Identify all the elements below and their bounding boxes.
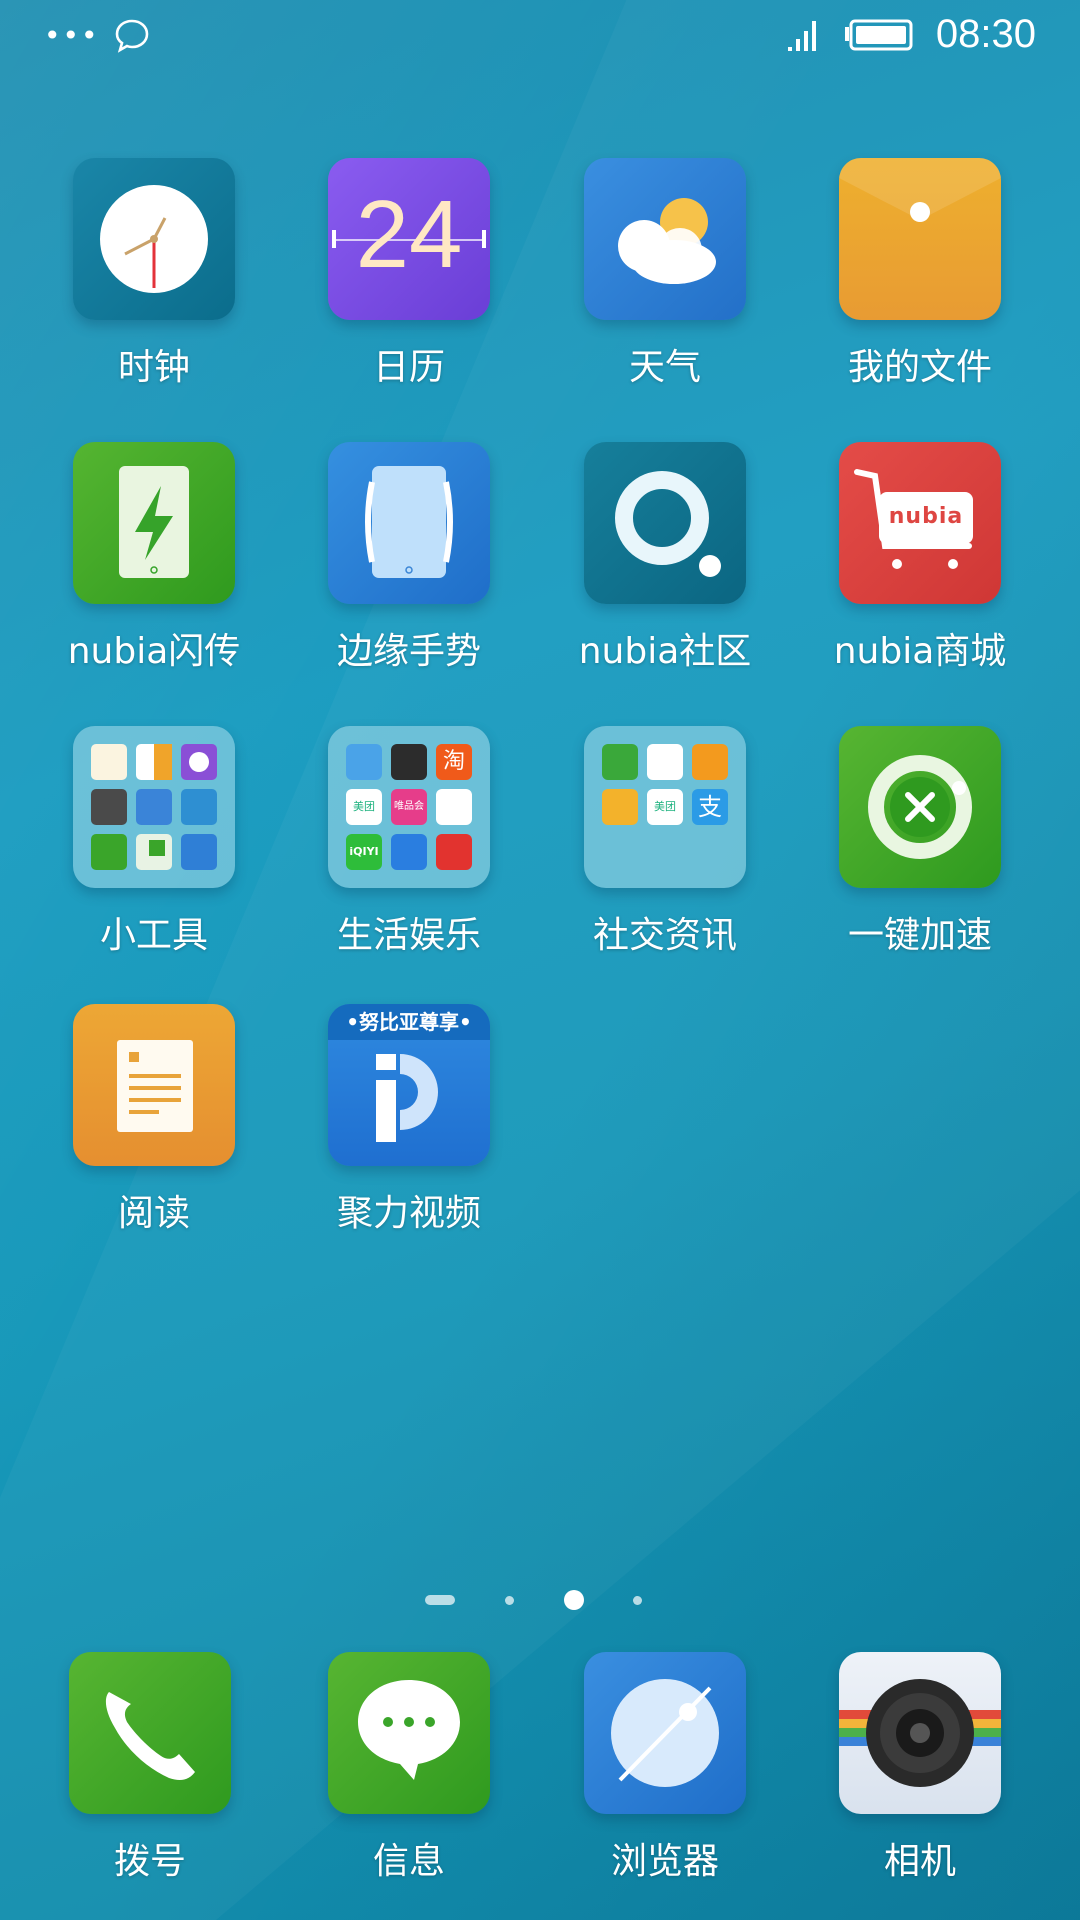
mini-app-iqiyi: iQIYI <box>346 834 382 870</box>
camera-icon <box>839 1652 1001 1814</box>
more-dots-icon: ••• <box>44 19 100 52</box>
app-nubia-shop[interactable]: nubia nubia商城 <box>792 442 1048 674</box>
app-my-files[interactable]: 我的文件 <box>792 158 1048 390</box>
app-label: 聚力视频 <box>336 1193 481 1234</box>
mini-app-vip: 唯品会 <box>391 789 427 825</box>
video-icon: •努比亚尊享• <box>328 1004 490 1166</box>
clock-icon <box>73 158 235 320</box>
community-icon <box>584 442 746 604</box>
app-pptv-video[interactable]: •努比亚尊享• 聚力视频 <box>281 1004 537 1236</box>
app-label: 拨号 <box>113 1841 186 1882</box>
app-label: 边缘手势 <box>336 631 481 672</box>
app-social-news-folder[interactable]: 美团 支 社交资讯 <box>537 726 793 958</box>
app-label: 一键加速 <box>847 915 992 956</box>
app-nubia-flash-transfer[interactable]: nubia闪传 <box>26 442 282 674</box>
page-indicator-home[interactable] <box>425 1595 455 1605</box>
app-label: 阅读 <box>117 1193 190 1234</box>
app-label: 信息 <box>372 1841 445 1882</box>
dock-camera[interactable]: 相机 <box>792 1652 1048 1884</box>
mini-app-uc <box>692 744 728 780</box>
dock-browser[interactable]: 浏览器 <box>537 1652 793 1884</box>
app-weather[interactable]: 天气 <box>537 158 793 390</box>
app-label: 我的文件 <box>847 347 992 388</box>
mini-app-meituan: 美团 <box>647 789 683 825</box>
edge-gesture-icon <box>328 442 490 604</box>
page-dot[interactable] <box>633 1596 642 1605</box>
app-label: nubia社区 <box>578 631 752 672</box>
battery-icon <box>844 19 913 50</box>
tools-folder-icon <box>73 726 235 888</box>
status-time: 08:30 <box>935 12 1036 56</box>
phone-icon <box>69 1652 231 1814</box>
browser-icon <box>584 1652 746 1814</box>
mini-app-taobao: 淘 <box>436 744 472 780</box>
app-edge-gesture[interactable]: 边缘手势 <box>281 442 537 674</box>
app-calendar[interactable]: 24 日历 <box>281 158 537 390</box>
dock-messages[interactable]: 信息 <box>281 1652 537 1884</box>
mini-app-icon <box>391 834 427 870</box>
chat-bubble-icon <box>115 19 148 53</box>
calendar-date: 24 <box>355 181 463 288</box>
calendar-icon: 24 <box>328 158 490 320</box>
signal-icon <box>787 20 816 51</box>
app-label: 日历 <box>372 347 445 388</box>
app-label: 浏览器 <box>610 1841 719 1882</box>
mini-app-wechat <box>602 744 638 780</box>
app-clock[interactable]: 时钟 <box>26 158 282 390</box>
app-label: nubia商城 <box>833 631 1007 672</box>
mini-app-icon <box>391 744 427 780</box>
reader-icon <box>73 1004 235 1166</box>
shop-brand: nubia <box>888 504 964 529</box>
page-dot[interactable] <box>505 1596 514 1605</box>
page-dot-active[interactable] <box>564 1590 584 1610</box>
app-one-key-boost[interactable]: 一键加速 <box>792 726 1048 958</box>
flash-transfer-icon <box>73 442 235 604</box>
app-label: 社交资讯 <box>592 915 737 956</box>
social-folder-icon: 美团 支 <box>584 726 746 888</box>
boost-icon <box>839 726 1001 888</box>
page-indicator[interactable] <box>0 1588 1080 1612</box>
app-label: 天气 <box>628 347 701 388</box>
mini-app-alipay: 支 <box>692 789 728 825</box>
shop-cart-icon: nubia <box>839 442 1001 604</box>
app-label: 相机 <box>883 1841 956 1882</box>
app-label: 生活娱乐 <box>336 915 481 956</box>
app-label: 小工具 <box>99 915 208 956</box>
mini-app-icon <box>346 744 382 780</box>
app-reader[interactable]: 阅读 <box>26 1004 282 1236</box>
folder-icon <box>839 158 1001 320</box>
mini-app-weibo <box>602 789 638 825</box>
weather-icon <box>584 158 746 320</box>
app-nubia-community[interactable]: nubia社区 <box>537 442 793 674</box>
app-life-entertainment-folder[interactable]: 淘 美团 唯品会 iQIYI 生活娱乐 <box>281 726 537 958</box>
mini-app-qq <box>647 744 683 780</box>
mini-app-icon <box>436 789 472 825</box>
mini-app-meituan: 美团 <box>346 789 382 825</box>
status-bar: ••• 08:30 <box>0 0 1080 80</box>
message-icon <box>328 1652 490 1814</box>
life-folder-icon: 淘 美团 唯品会 iQIYI <box>328 726 490 888</box>
app-label: nubia闪传 <box>67 631 241 672</box>
app-tools-folder[interactable]: 小工具 <box>26 726 282 958</box>
mini-app-icon <box>436 834 472 870</box>
dock-phone[interactable]: 拨号 <box>22 1652 278 1884</box>
app-label: 时钟 <box>117 347 190 388</box>
